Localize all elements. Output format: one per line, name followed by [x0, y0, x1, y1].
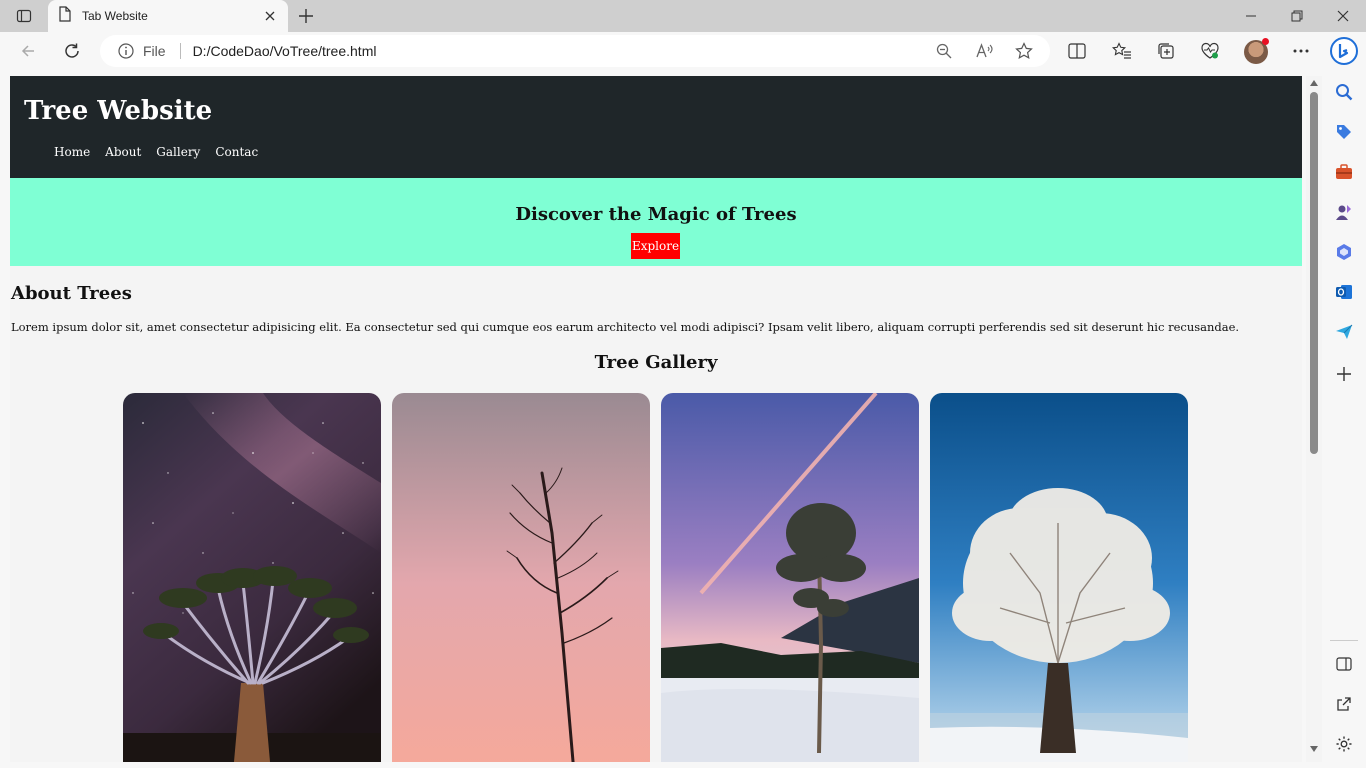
shopping-tag-icon[interactable]: [1334, 122, 1354, 142]
copilot-icon[interactable]: [1328, 35, 1360, 67]
gallery-image-frost-tree[interactable]: [930, 393, 1188, 762]
nav-link-contact[interactable]: Contac: [215, 145, 258, 159]
site-nav: Home About Gallery Contac: [54, 145, 273, 159]
gallery-image-contrail-tree[interactable]: [661, 393, 919, 762]
hero-title: Discover the Magic of Trees: [515, 204, 797, 225]
scheme-label: File: [143, 43, 166, 59]
scroll-up-arrow-icon[interactable]: [1309, 78, 1319, 88]
minimize-icon[interactable]: [1228, 0, 1274, 32]
zoom-out-icon[interactable]: [930, 37, 958, 65]
address-bar[interactable]: File D:/CodeDao/VoTree/tree.html: [100, 35, 1050, 67]
page-scrollbar[interactable]: [1306, 76, 1322, 762]
scroll-thumb[interactable]: [1310, 92, 1318, 454]
restore-icon[interactable]: [1274, 0, 1320, 32]
site-header: Tree Website Home About Gallery Contac: [10, 76, 1302, 178]
nav-link-gallery[interactable]: Gallery: [156, 145, 200, 159]
about-text: Lorem ipsum dolor sit, amet consectetur …: [11, 320, 1240, 334]
tab-title: Tab Website: [82, 9, 148, 23]
sidebar-divider: [1330, 640, 1358, 641]
tab-strip: Tab Website: [0, 0, 1366, 32]
browser-essentials-icon[interactable]: [1196, 37, 1224, 65]
drop-send-icon[interactable]: [1334, 322, 1354, 342]
page-icon: [58, 6, 72, 26]
back-icon[interactable]: [14, 37, 42, 65]
collections-icon[interactable]: [1152, 37, 1180, 65]
sidebar-toggle-icon[interactable]: [1334, 654, 1354, 674]
edge-sidebar: [1322, 70, 1366, 768]
about-heading: About Trees: [11, 283, 132, 304]
settings-gear-icon[interactable]: [1334, 734, 1354, 754]
url-field[interactable]: D:/CodeDao/VoTree/tree.html: [193, 43, 930, 59]
open-external-icon[interactable]: [1334, 694, 1354, 714]
split-screen-icon[interactable]: [1063, 37, 1091, 65]
outlook-icon[interactable]: [1334, 282, 1354, 302]
tab-actions-icon[interactable]: [8, 4, 40, 28]
gallery-image-quiver-tree[interactable]: [123, 393, 381, 762]
browser-tab[interactable]: Tab Website: [48, 0, 288, 32]
tree-gallery: [123, 393, 1189, 762]
browser-window: Tab Website File D:/CodeDao/VoTree/tree.…: [0, 0, 1366, 768]
favorites-icon[interactable]: [1108, 37, 1136, 65]
nav-link-about[interactable]: About: [105, 145, 141, 159]
games-icon[interactable]: [1334, 202, 1354, 222]
add-icon[interactable]: [1334, 364, 1354, 384]
address-divider: [179, 43, 181, 59]
more-menu-icon[interactable]: [1287, 37, 1315, 65]
site-title: Tree Website: [24, 96, 213, 126]
gallery-heading: Tree Gallery: [594, 352, 718, 373]
new-tab-icon[interactable]: [294, 4, 318, 28]
search-icon[interactable]: [1334, 82, 1354, 102]
tools-briefcase-icon[interactable]: [1334, 162, 1354, 182]
favorite-star-icon[interactable]: [1010, 37, 1038, 65]
window-close-icon[interactable]: [1320, 0, 1366, 32]
gallery-image-bare-tree[interactable]: [392, 393, 650, 762]
page-viewport: Tree Website Home About Gallery Contac D…: [10, 76, 1302, 762]
hero-banner: Discover the Magic of Trees Explore: [10, 178, 1302, 266]
browser-toolbar: File D:/CodeDao/VoTree/tree.html: [0, 32, 1366, 70]
nav-link-home[interactable]: Home: [54, 145, 90, 159]
microsoft-365-icon[interactable]: [1334, 242, 1354, 262]
read-aloud-icon[interactable]: [970, 37, 998, 65]
info-icon[interactable]: [117, 42, 135, 60]
notification-dot: [1262, 38, 1269, 45]
explore-button[interactable]: Explore: [631, 233, 680, 259]
scroll-down-arrow-icon[interactable]: [1309, 744, 1319, 754]
refresh-icon[interactable]: [58, 37, 86, 65]
close-icon[interactable]: [262, 8, 278, 24]
